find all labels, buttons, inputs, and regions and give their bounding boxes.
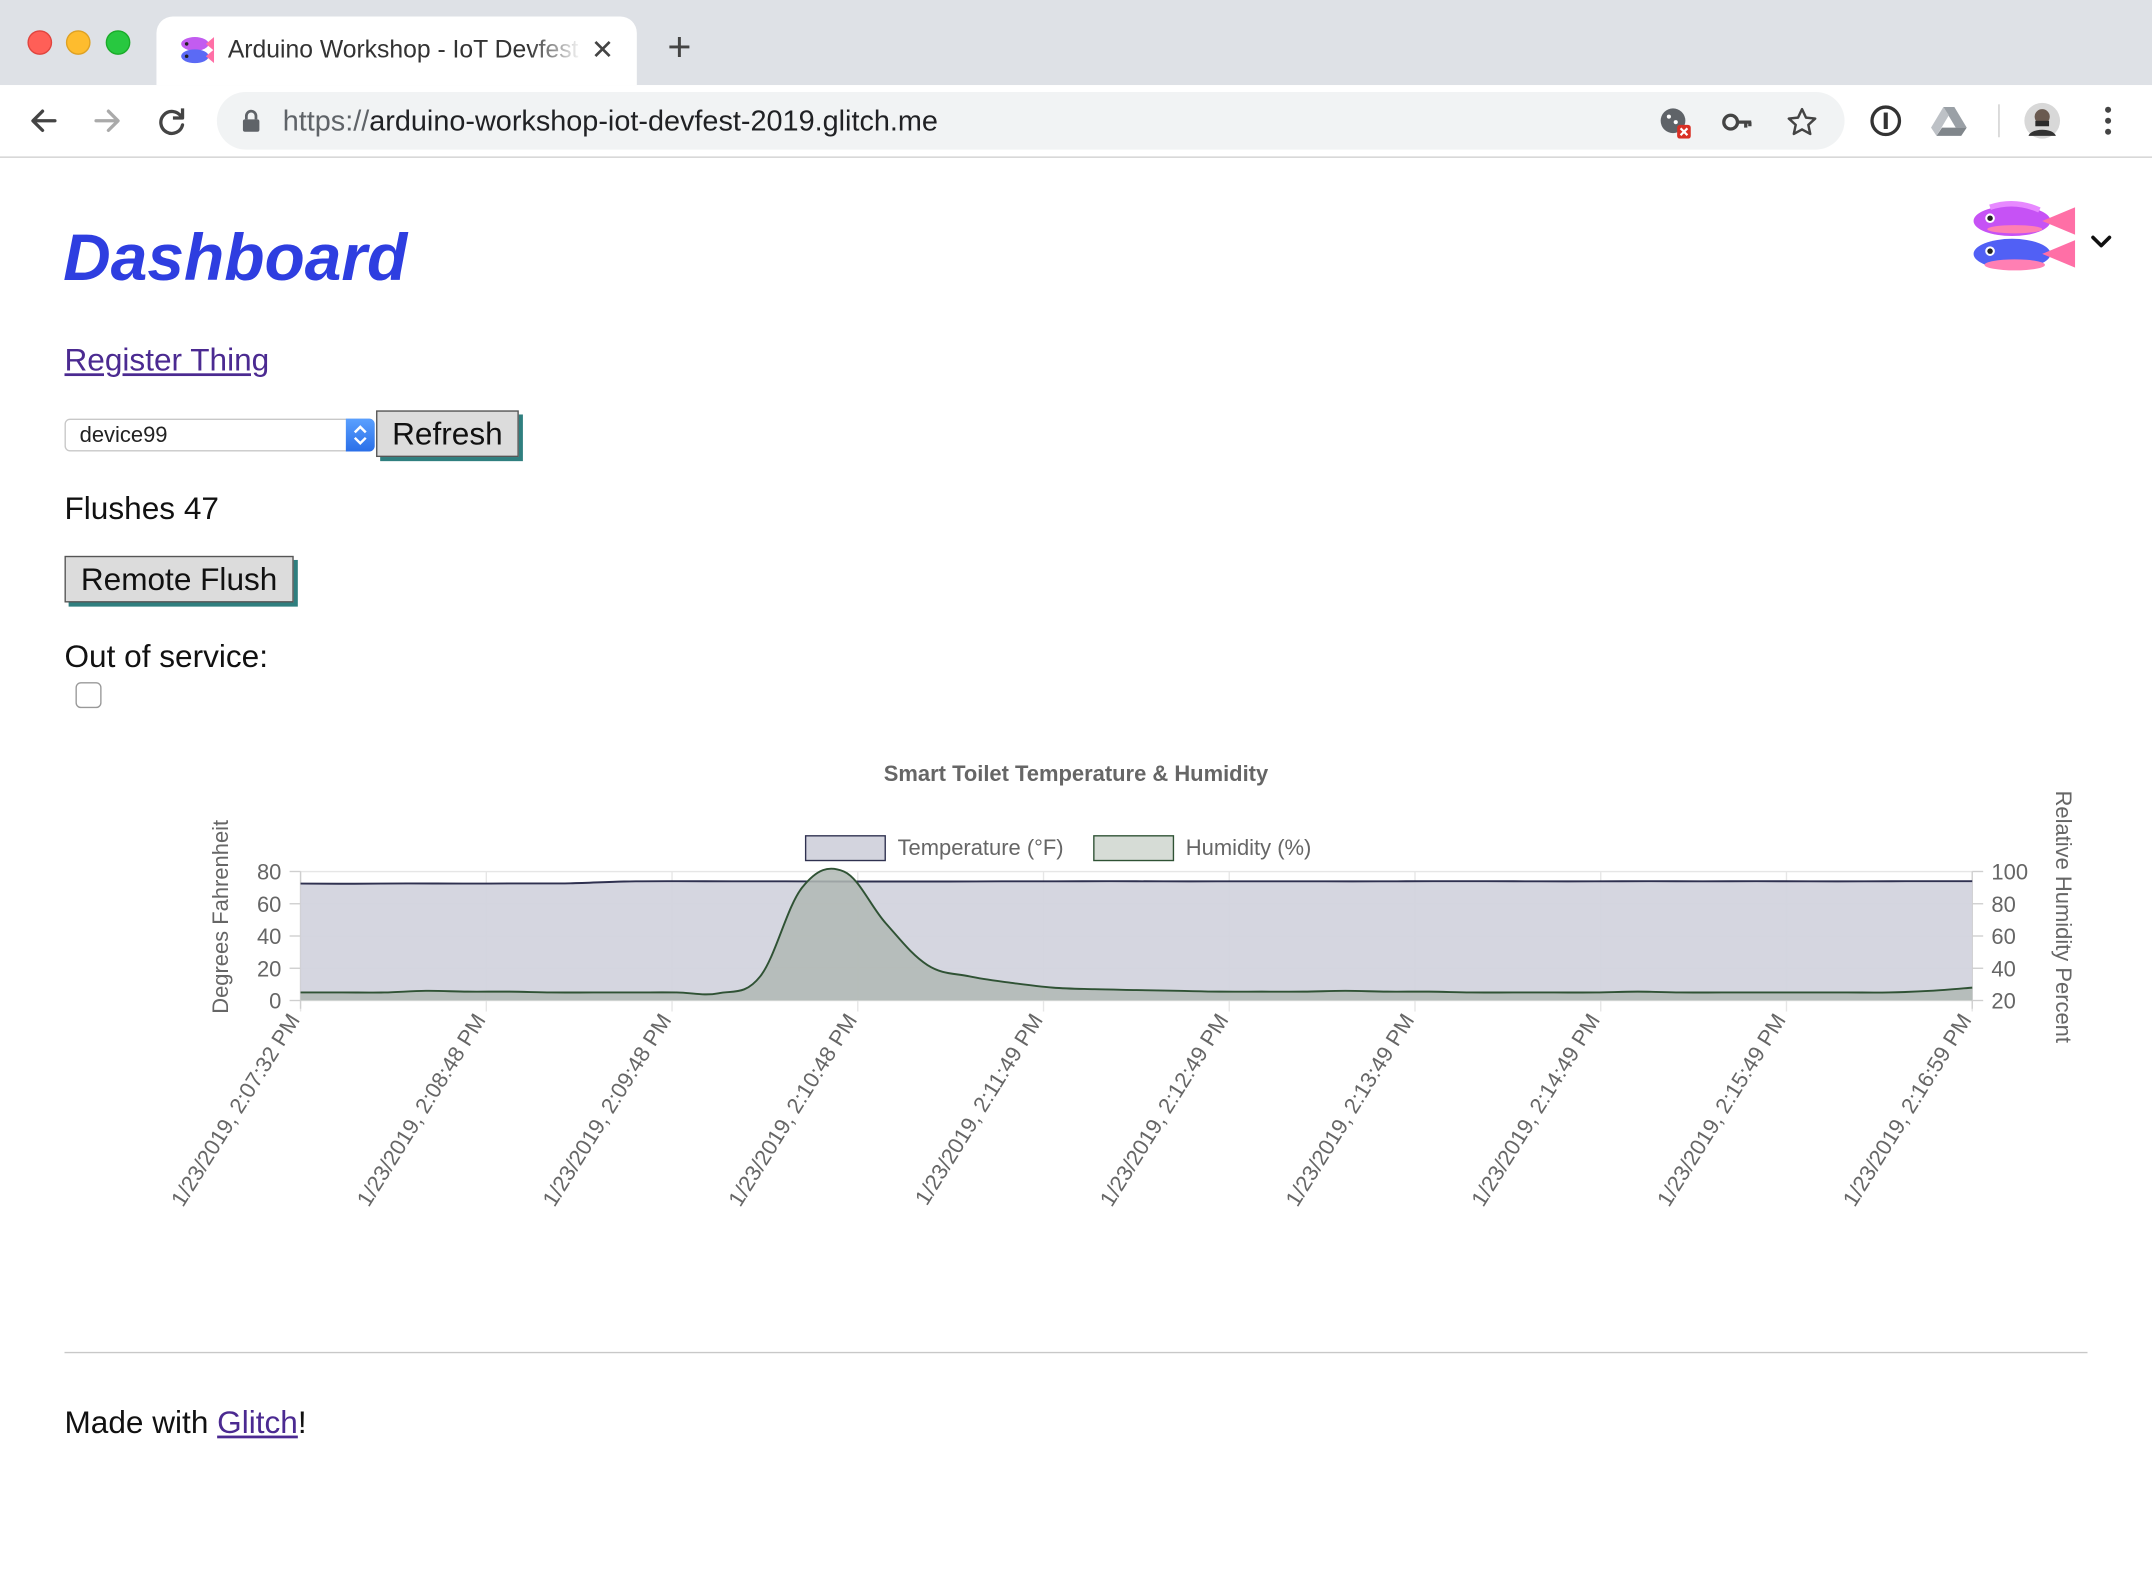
x-tick-label: 1/23/2019, 2:08:48 PM [352,1009,491,1211]
key-icon[interactable] [1721,106,1754,139]
profile-avatar[interactable] [2023,102,2061,140]
browser-tab[interactable]: Arduino Workshop - IoT Devfest 2019 ✕ [156,16,637,86]
legend-label-humidity: Humidity (%) [1186,835,1312,860]
y-left-tick-label: 20 [257,956,281,981]
refresh-button[interactable]: Refresh [376,410,519,458]
y-axis-left-label: Degrees Fahrenheit [208,820,233,1014]
reload-icon[interactable] [152,102,190,140]
close-window-button[interactable] [27,30,53,55]
device-select[interactable]: device99 [64,418,375,452]
toolbar-divider [1998,104,2000,138]
x-tick-label: 1/23/2019, 2:07:32 PM [166,1009,305,1211]
y-axis-right-label: Relative Humidity Percent [2051,791,2076,1043]
new-tab-button[interactable]: + [662,27,698,68]
remote-flush-button[interactable]: Remote Flush [64,555,294,603]
browser-toolbar: https://arduino-workshop-iot-devfest-201… [0,85,2152,158]
chart-title: Smart Toilet Temperature & Humidity [884,761,1269,786]
url-host: arduino-workshop-iot-devfest-2019.glitch… [369,105,938,138]
out-of-service-label: Out of service: [64,638,269,674]
drive-icon[interactable] [1930,102,1968,140]
footer-divider [64,1351,2088,1354]
page-content: Dashboard Register Thing device99 Refres… [0,158,2152,1544]
flushes-count: 47 [183,489,219,526]
register-thing-link[interactable]: Register Thing [65,342,270,379]
url-scheme: https:// [282,105,370,138]
flushes-label: Flushes [64,489,176,526]
x-tick-label: 1/23/2019, 2:11:49 PM [910,1009,1048,1209]
right-axis-ticks: 100 80 60 40 20 [1972,860,2028,1014]
y-left-tick-label: 60 [257,892,281,917]
y-left-tick-label: 0 [269,989,281,1014]
glitch-favicon-icon [181,37,215,64]
flushes-readout: Flushes 47 [65,490,219,527]
y-left-tick-label: 40 [257,924,281,949]
zoom-window-button[interactable] [105,30,131,55]
chart-legend: Temperature (°F) Humidity (%) [804,835,1312,862]
back-arrow-icon[interactable] [25,102,63,140]
temperature-humidity-chart: Smart Toilet Temperature & Humidity Temp… [166,761,2076,1211]
tab-title: Arduino Workshop - IoT Devfest 2019 [227,35,582,64]
footer-suffix: ! [297,1404,307,1440]
y-right-tick-label: 60 [1991,924,2015,949]
lock-icon [242,109,260,132]
legend-swatch-humidity[interactable] [1093,835,1175,862]
x-tick-label: 1/23/2019, 2:09:48 PM [537,1009,676,1211]
series-area-temperature [300,881,1973,1001]
url-text: https://arduino-workshop-iot-devfest-201… [283,106,938,139]
legend-swatch-temperature[interactable] [804,835,886,862]
y-left-tick-label: 80 [257,860,281,885]
glitch-fish-logo[interactable] [1971,199,2076,279]
legend-label-temperature: Temperature (°F) [898,835,1064,860]
address-bar[interactable]: https://arduino-workshop-iot-devfest-201… [216,91,1845,150]
minimize-window-button[interactable] [65,30,91,55]
footer-prefix: Made with [64,1404,218,1440]
chevron-down-icon[interactable] [2089,232,2114,251]
cookie-blocked-icon[interactable] [1658,106,1691,139]
forward-arrow-icon[interactable] [88,102,126,140]
tab-strip: Arduino Workshop - IoT Devfest 2019 ✕ + [0,0,2152,86]
star-icon[interactable] [1786,106,1819,139]
x-tick-label: 1/23/2019, 2:10:48 PM [723,1009,862,1211]
page-title: Dashboard [63,222,408,296]
out-of-service-checkbox[interactable] [75,682,102,709]
device-select-value: device99 [79,424,168,448]
x-tick-label: 1/23/2019, 2:14:49 PM [1466,1009,1605,1211]
y-right-tick-label: 40 [1991,956,2015,981]
browser-window: Arduino Workshop - IoT Devfest 2019 ✕ + … [0,0,2152,1544]
x-tick-label: 1/23/2019, 2:15:49 PM [1652,1009,1791,1211]
kebab-menu-icon[interactable] [2089,102,2127,140]
left-axis-ticks: 80 60 40 20 0 [257,860,301,1014]
y-right-tick-label: 100 [1991,860,2028,885]
x-tick-label: 1/23/2019, 2:16:59 PM [1838,1009,1977,1211]
close-tab-icon[interactable]: ✕ [587,36,617,66]
select-arrows-icon [345,418,375,452]
y-right-tick-label: 20 [1991,989,2015,1014]
x-axis-ticks: 1/23/2019, 2:07:32 PM 1/23/2019, 2:08:48 … [166,1009,1976,1211]
x-tick-label: 1/23/2019, 2:13:49 PM [1280,1009,1419,1211]
chart-plot-area [300,867,1973,1001]
x-tick-label: 1/23/2019, 2:12:49 PM [1095,1009,1234,1211]
y-right-tick-label: 80 [1991,892,2015,917]
footer: Made with Glitch! [65,1404,307,1441]
glitch-link[interactable]: Glitch [217,1404,298,1440]
info-extension-icon[interactable] [1867,102,1905,140]
